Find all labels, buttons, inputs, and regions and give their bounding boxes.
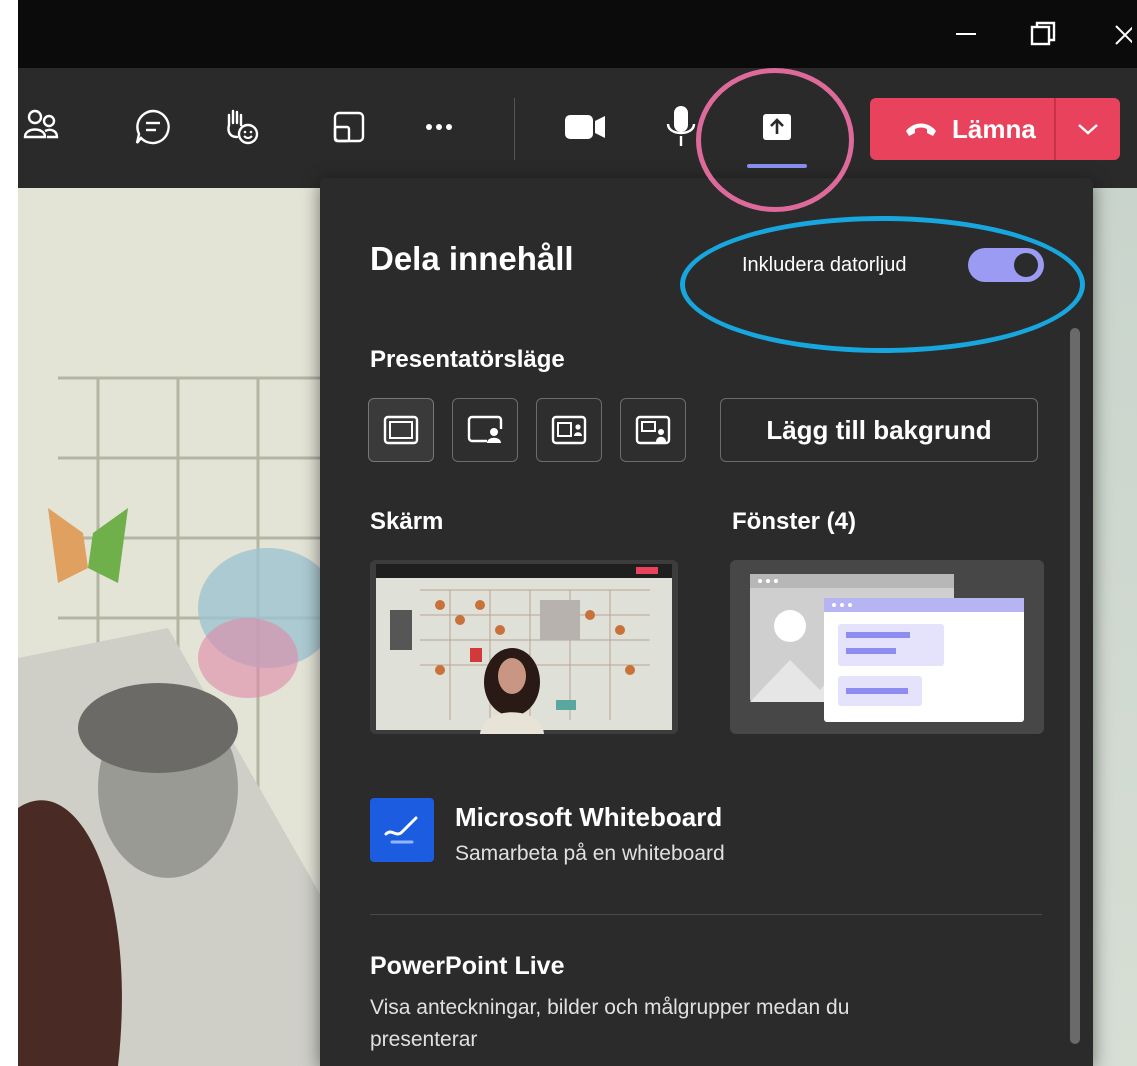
video-right-edge: [1093, 188, 1137, 1066]
meeting-toolbar: Lämna: [18, 68, 1137, 188]
people-icon: [23, 109, 59, 139]
include-audio-label: Inkludera datorljud: [742, 254, 907, 276]
maximize-button[interactable]: [1023, 14, 1063, 54]
title-bar: [18, 0, 1137, 68]
panel-title: Dela innehåll: [370, 240, 574, 277]
whiteboard-subtitle: Samarbeta på en whiteboard: [455, 842, 725, 865]
presenter-mode-content-only[interactable]: [368, 398, 434, 462]
screen-label: Skärm: [370, 508, 444, 535]
screen-preview-image: [370, 560, 678, 734]
camera-button[interactable]: [562, 104, 608, 150]
leave-options-button[interactable]: [1056, 98, 1120, 160]
share-active-indicator: [747, 164, 807, 168]
mic-icon: [666, 106, 696, 146]
presenter-mode-label: Presentatörsläge: [370, 346, 565, 373]
whiteboard-option-icon-wrapper[interactable]: [370, 798, 434, 862]
presenter-mode-reporter[interactable]: [620, 398, 686, 462]
share-icon: [763, 114, 791, 140]
window-label: Fönster (4): [732, 508, 857, 535]
include-audio-toggle[interactable]: [968, 248, 1044, 282]
people-button[interactable]: [18, 104, 64, 150]
mic-button[interactable]: [658, 104, 704, 150]
rooms-icon: [333, 111, 365, 143]
section-divider: [370, 914, 1042, 915]
raise-hand-icon: [227, 109, 259, 145]
hang-up-icon: [906, 123, 936, 136]
react-button[interactable]: [218, 104, 264, 150]
whiteboard-title[interactable]: Microsoft Whiteboard: [455, 802, 722, 833]
leave-main-area[interactable]: Lämna: [870, 98, 1054, 160]
toolbar-separator: [514, 98, 515, 160]
chat-icon: [135, 109, 170, 145]
presenter-mode-side-by-side[interactable]: [536, 398, 602, 462]
close-icon: [1115, 25, 1132, 45]
side-by-side-icon: [551, 415, 587, 445]
panel-scrollbar[interactable]: [1070, 328, 1080, 1044]
more-icon: [426, 124, 452, 130]
screen-share-option[interactable]: [370, 560, 678, 734]
leave-button[interactable]: Lämna: [870, 98, 1120, 160]
share-button[interactable]: [754, 104, 800, 150]
more-button[interactable]: [416, 104, 462, 150]
reporter-icon: [635, 415, 671, 445]
minimize-button[interactable]: [946, 14, 986, 54]
add-background-button[interactable]: Lägg till bakgrund: [720, 398, 1038, 462]
chat-button[interactable]: [130, 104, 176, 150]
standout-icon: [467, 415, 503, 443]
window-share-option[interactable]: [730, 560, 1044, 734]
rooms-button[interactable]: [326, 104, 372, 150]
chevron-down-icon: [1078, 124, 1098, 135]
powerpoint-live-title[interactable]: PowerPoint Live: [370, 952, 564, 981]
presenter-mode-standout[interactable]: [452, 398, 518, 462]
camera-icon: [565, 115, 605, 139]
content-only-icon: [383, 415, 419, 445]
close-button[interactable]: [1100, 14, 1137, 54]
whiteboard-icon: [384, 816, 418, 844]
leave-label: Lämna: [952, 113, 1036, 144]
powerpoint-live-subtitle: Visa anteckningar, bilder och målgrupper…: [370, 996, 850, 1051]
share-content-panel: Dela innehåll Inkludera datorljud Presen…: [320, 178, 1093, 1066]
minimize-icon: [956, 33, 976, 35]
toggle-knob: [1014, 253, 1038, 277]
restore-icon: [1030, 21, 1056, 46]
participant-video-image: [18, 188, 328, 1066]
window-preview-icon: [750, 574, 1024, 722]
